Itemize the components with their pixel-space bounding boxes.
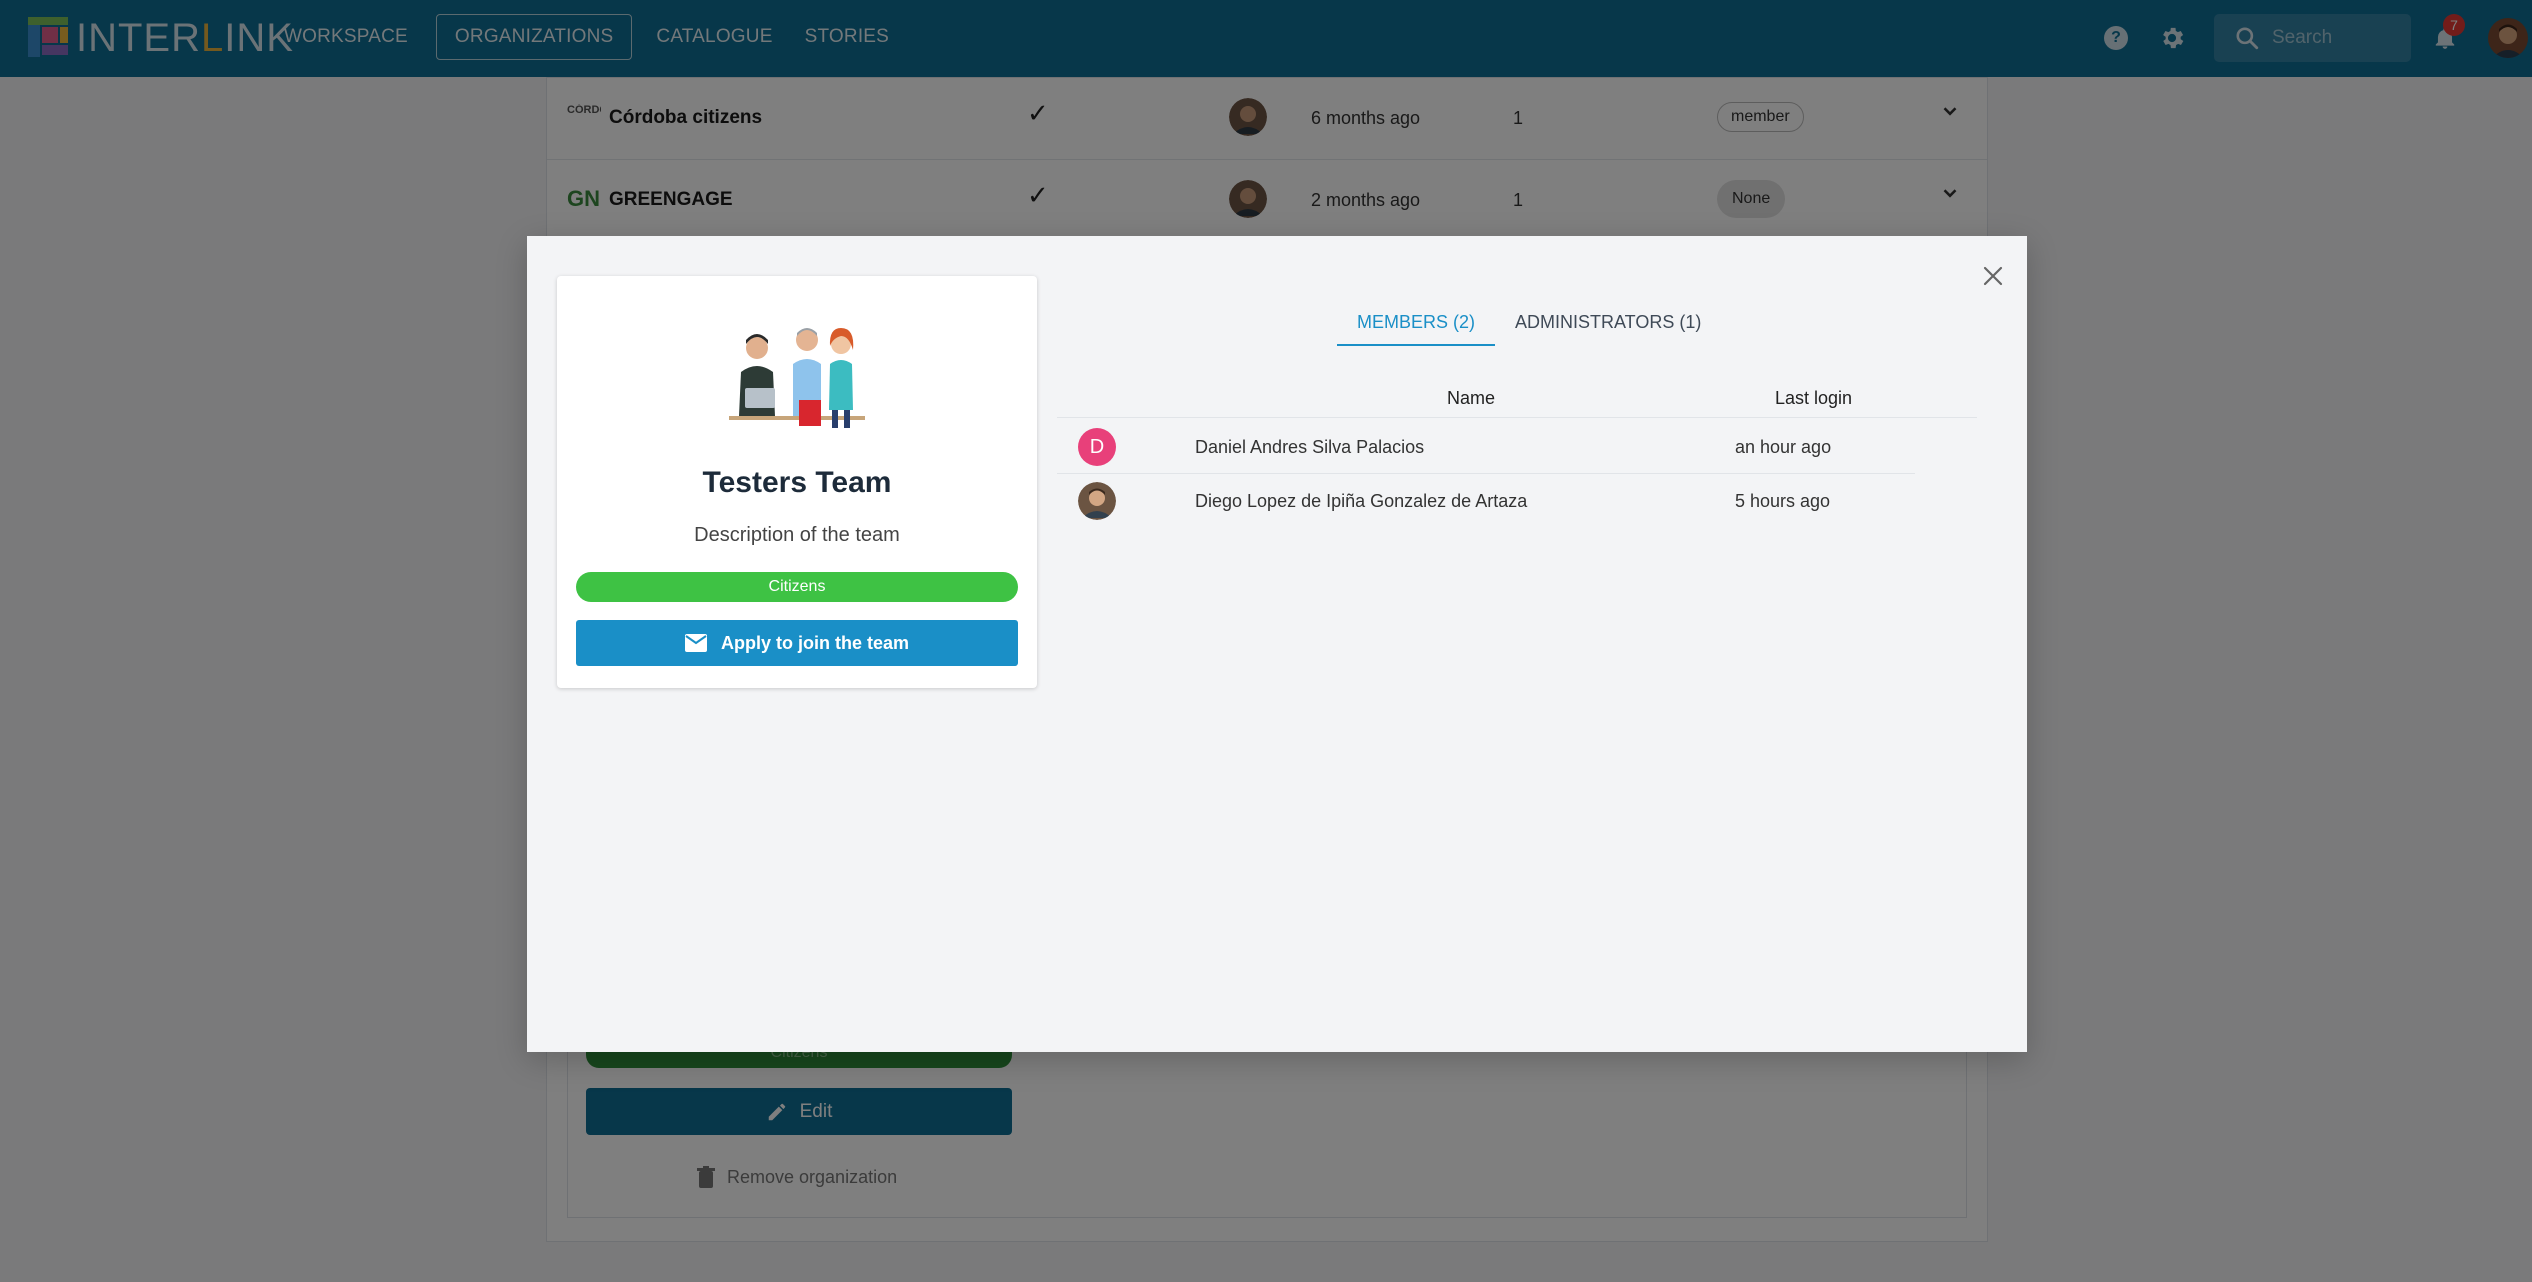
- member-name: Diego Lopez de Ipiña Gonzalez de Artaza: [1195, 491, 1528, 511]
- tab-members[interactable]: MEMBERS (2): [1337, 306, 1496, 346]
- table-row[interactable]: D Daniel Andres Silva Palacios an hour a…: [1057, 420, 1915, 474]
- mail-icon: [684, 634, 707, 652]
- team-card: Testers Team Description of the team Cit…: [557, 276, 1037, 688]
- tab-administrators[interactable]: ADMINISTRATORS (1): [1495, 306, 1721, 346]
- avatar: D: [1078, 428, 1116, 466]
- team-details-dialog: Testers Team Description of the team Cit…: [527, 236, 2027, 1052]
- apply-label: Apply to join the team: [720, 632, 909, 653]
- team-description: Description of the team: [694, 524, 900, 546]
- team-name: Testers Team: [702, 466, 892, 499]
- column-header-last-login[interactable]: Last login: [1775, 388, 1852, 409]
- apply-to-join-button[interactable]: Apply to join the team: [576, 620, 1018, 666]
- team-type-tag: Citizens: [576, 572, 1018, 602]
- table-row[interactable]: Diego Lopez de Ipiña Gonzalez de Artaza …: [1057, 474, 1915, 528]
- column-header-name[interactable]: Name: [1447, 388, 1495, 409]
- member-last-login: an hour ago: [1735, 437, 1832, 457]
- team-tabs: MEMBERS (2) ADMINISTRATORS (1): [1337, 306, 1721, 346]
- team-illustration: [729, 328, 865, 428]
- members-table-header: Name Last login: [1057, 378, 1977, 418]
- member-last-login: 5 hours ago: [1735, 491, 1831, 511]
- avatar: [1078, 482, 1116, 520]
- member-name: Daniel Andres Silva Palacios: [1195, 437, 1425, 457]
- close-icon[interactable]: [1975, 258, 2011, 294]
